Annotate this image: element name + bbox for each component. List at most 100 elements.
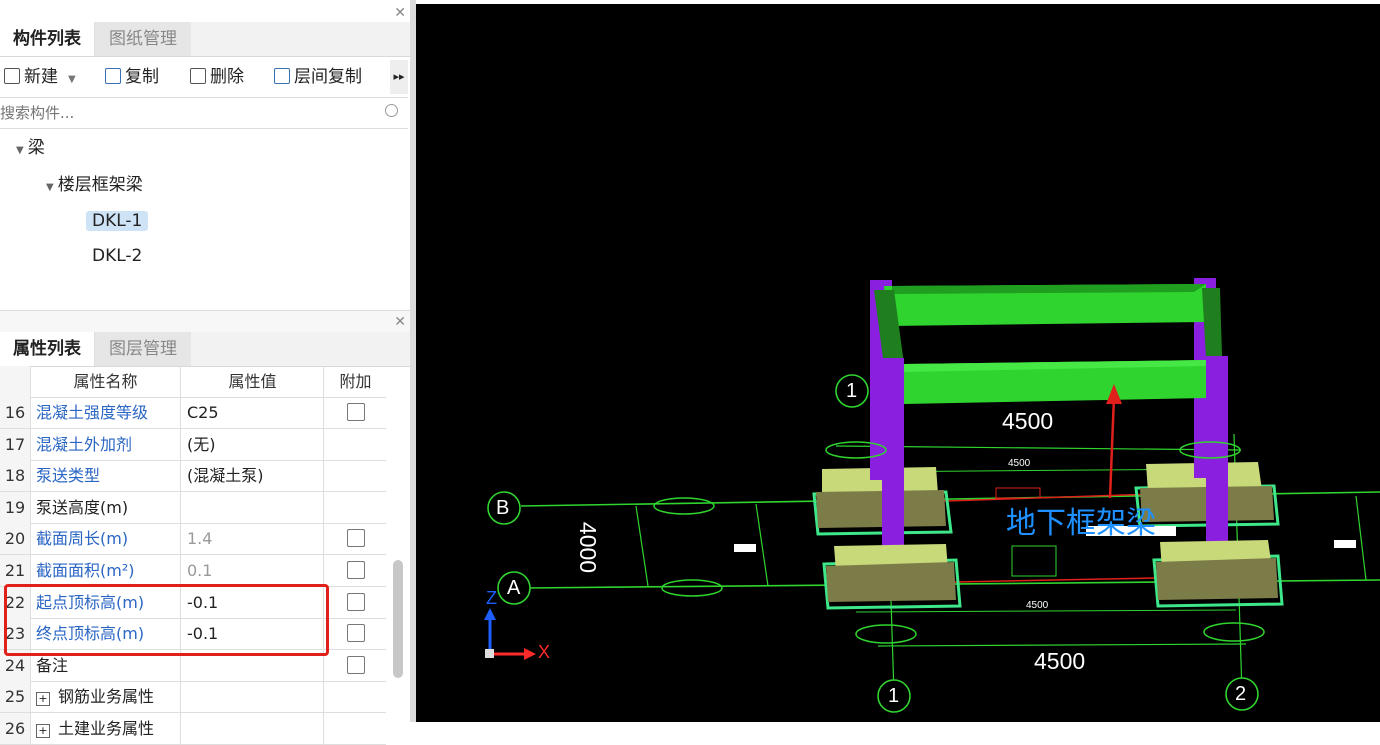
copy-button[interactable]: 复制 bbox=[105, 60, 159, 94]
column bbox=[1206, 356, 1228, 562]
row-number: 26 bbox=[0, 713, 31, 744]
additional-checkbox[interactable] bbox=[346, 529, 365, 548]
axis-bubble bbox=[1203, 622, 1265, 642]
collapse-icon[interactable]: ▼ bbox=[16, 145, 24, 156]
dimension-line-bottom bbox=[877, 643, 1247, 647]
axis-label-2-bottom: 2 bbox=[1235, 683, 1247, 705]
annotation-arrow bbox=[1108, 395, 1116, 499]
additional-cell bbox=[325, 523, 386, 554]
additional-checkbox[interactable] bbox=[346, 561, 365, 579]
property-row[interactable]: 18 泵送类型 (混凝土泵) bbox=[0, 460, 386, 493]
component-tabs: 构件列表 图纸管理 bbox=[0, 22, 410, 57]
property-row[interactable]: 20 截面周长(m) 1.4 bbox=[0, 523, 386, 556]
row-number: 17 bbox=[0, 428, 31, 460]
search-icon[interactable] bbox=[385, 104, 398, 117]
gizmo-z-arrow bbox=[484, 608, 496, 620]
property-value[interactable] bbox=[182, 713, 324, 744]
footing-front-right bbox=[1152, 540, 1284, 608]
row-number: 21 bbox=[0, 555, 31, 586]
dropdown-icon[interactable]: ▼ bbox=[68, 74, 76, 85]
axis-label-b: B bbox=[496, 497, 510, 519]
column-header: 属性值 bbox=[182, 366, 324, 397]
tree-item-dkl-2[interactable]: DKL-2 bbox=[92, 241, 142, 271]
viewport-drawing bbox=[484, 278, 1380, 713]
property-table-header: 属性名称 属性值 附加 bbox=[0, 366, 386, 398]
floor-copy-button[interactable]: 层间复制 bbox=[274, 60, 362, 94]
property-row[interactable]: 16 混凝土强度等级 C25 bbox=[0, 397, 386, 429]
column-header: 属性名称 bbox=[31, 366, 181, 397]
panel-top-bar: ✕ bbox=[0, 0, 410, 23]
column bbox=[882, 358, 904, 564]
additional-checkbox[interactable] bbox=[346, 624, 365, 643]
scrollbar-thumb[interactable] bbox=[393, 560, 403, 678]
row-number: 19 bbox=[0, 491, 31, 523]
row-number: 25 bbox=[0, 681, 31, 713]
dimension-bottom: 4500 bbox=[1034, 648, 1086, 674]
expand-icon[interactable]: + bbox=[36, 692, 50, 707]
dimension-small-top: 4500 bbox=[1008, 458, 1031, 469]
property-row[interactable]: 17 混凝土外加剂 (无) bbox=[0, 428, 386, 461]
trash-icon bbox=[190, 68, 206, 84]
beam-tag bbox=[995, 487, 1041, 499]
additional-checkbox[interactable] bbox=[346, 655, 365, 674]
tree-group-floor-frame-beam[interactable]: ▼ 楼层框架梁 bbox=[46, 170, 143, 200]
dimension-vertical: 4000 bbox=[575, 521, 602, 574]
property-value[interactable]: (无) bbox=[182, 428, 324, 460]
floor-copy-label: 层间复制 bbox=[294, 67, 362, 87]
tab-layer-management[interactable]: 图层管理 bbox=[95, 332, 191, 366]
num-header bbox=[0, 366, 31, 397]
dimension-top: 4500 bbox=[1002, 408, 1054, 434]
property-name: 混凝土外加剂 bbox=[31, 428, 181, 460]
tab-property-list[interactable]: 属性列表 bbox=[0, 332, 95, 366]
property-row[interactable]: 25 + 钢筋业务属性 bbox=[0, 681, 386, 714]
new-label: 新建 bbox=[24, 67, 58, 87]
3d-viewport[interactable]: B A 1 1 2 4500 4500 4500 4500 4000 地下框架梁… bbox=[416, 4, 1380, 722]
property-value[interactable]: (混凝土泵) bbox=[182, 460, 324, 492]
additional-cell bbox=[325, 587, 386, 618]
new-button[interactable]: 新建 ▼ bbox=[4, 60, 76, 94]
property-value[interactable] bbox=[182, 491, 324, 523]
tree-root-label: 梁 bbox=[27, 138, 45, 158]
axis-bubble bbox=[855, 624, 917, 644]
close-icon[interactable]: ✕ bbox=[394, 6, 406, 20]
grid-line bbox=[755, 503, 769, 587]
property-name: 泵送高度(m) bbox=[31, 491, 181, 523]
property-value[interactable] bbox=[182, 681, 324, 713]
tree-item-dkl-1[interactable]: DKL-1 bbox=[86, 206, 149, 236]
tab-component-list[interactable]: 构件列表 bbox=[0, 22, 95, 56]
additional-cell bbox=[325, 397, 386, 428]
search-bar bbox=[0, 97, 408, 129]
property-name-label: 钢筋业务属性 bbox=[58, 687, 155, 707]
property-value[interactable]: C25 bbox=[182, 397, 324, 428]
tree-group-label: 楼层框架梁 bbox=[57, 175, 143, 195]
delete-button[interactable]: 删除 bbox=[190, 60, 244, 94]
property-tabs: 属性列表 图层管理 bbox=[0, 332, 410, 367]
gizmo-x-arrow bbox=[524, 648, 536, 660]
collapse-icon[interactable]: ▼ bbox=[46, 182, 54, 193]
property-panel-top-bar: ✕ bbox=[0, 310, 410, 333]
additional-cell bbox=[325, 713, 386, 744]
more-icon[interactable]: ▸▸ bbox=[390, 60, 408, 94]
floor-copy-icon bbox=[274, 68, 290, 84]
expand-icon[interactable]: + bbox=[36, 724, 50, 738]
property-row[interactable]: 19 泵送高度(m) bbox=[0, 491, 386, 524]
tab-drawing-management[interactable]: 图纸管理 bbox=[95, 22, 191, 56]
close-icon[interactable]: ✕ bbox=[394, 315, 406, 329]
property-value[interactable]: 0.1 bbox=[182, 555, 324, 586]
additional-cell bbox=[325, 555, 386, 586]
search-input[interactable] bbox=[0, 102, 370, 124]
additional-checkbox[interactable] bbox=[346, 592, 365, 611]
beam-tag bbox=[1011, 545, 1057, 577]
copy-label: 复制 bbox=[125, 67, 159, 87]
property-name: 混凝土强度等级 bbox=[31, 397, 181, 428]
copy-icon bbox=[105, 68, 121, 84]
property-value[interactable]: 1.4 bbox=[182, 523, 324, 555]
property-row[interactable]: 21 截面面积(m²) 0.1 bbox=[0, 555, 386, 587]
row-number: 16 bbox=[0, 397, 31, 428]
property-row[interactable]: 26 + 土建业务属性 bbox=[0, 713, 386, 745]
property-name: 截面周长(m) bbox=[31, 523, 181, 555]
dimension-line-vertical bbox=[635, 505, 649, 587]
additional-checkbox[interactable] bbox=[346, 403, 365, 421]
axis-bubble bbox=[653, 497, 715, 515]
tree-root-beam[interactable]: ▼ 梁 bbox=[16, 133, 45, 163]
